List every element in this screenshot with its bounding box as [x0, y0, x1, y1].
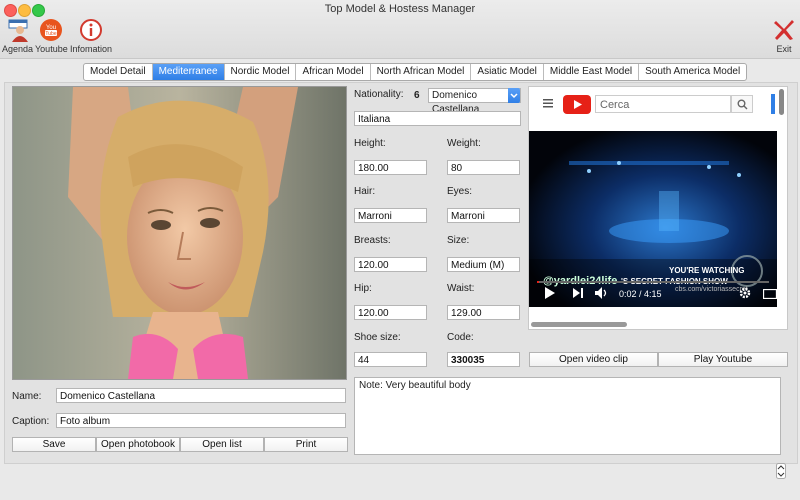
caption-field[interactable]: Foto album: [56, 413, 346, 428]
youtube-tool[interactable]: You Tube Youtube: [35, 18, 68, 54]
information-tool[interactable]: Infomation: [70, 18, 112, 54]
eyes-field[interactable]: Marroni: [447, 208, 520, 223]
play-icon[interactable]: [545, 287, 555, 302]
model-photo[interactable]: [12, 86, 347, 380]
svg-text:Tube: Tube: [46, 31, 57, 37]
hair-field[interactable]: Marroni: [354, 208, 427, 223]
note-textarea[interactable]: Note: Very beautiful body: [354, 377, 781, 455]
hip-label: Hip:: [354, 283, 372, 294]
stepper-icon[interactable]: [776, 463, 786, 482]
agenda-tool[interactable]: Agenda: [2, 18, 33, 54]
youtube-search-button[interactable]: [731, 95, 753, 113]
information-label: Infomation: [70, 44, 113, 54]
hip-field[interactable]: 120.00: [354, 305, 427, 320]
title-bar: Top Model & Hostess Manager Agenda You T…: [0, 0, 800, 59]
waist-field[interactable]: 129.00: [447, 305, 520, 320]
video-progress-track[interactable]: [537, 281, 769, 283]
tab-nordic-model[interactable]: Nordic Model: [225, 64, 297, 80]
youtube-vertical-scrollbar[interactable]: [779, 89, 784, 115]
hair-label: Hair:: [354, 186, 376, 197]
name-field[interactable]: Domenico Castellana: [56, 388, 346, 403]
chevron-down-icon: [508, 88, 520, 103]
print-button[interactable]: Print: [264, 437, 348, 452]
eyes-label: Eyes:: [447, 186, 473, 197]
video-time: 0:02 / 4:15: [619, 289, 662, 299]
open-video-clip-button[interactable]: Open video clip: [529, 352, 658, 367]
volume-icon[interactable]: [595, 287, 609, 302]
tab-south-america-model[interactable]: South America Model: [639, 64, 746, 80]
tab-african-model[interactable]: African Model: [296, 64, 371, 80]
height-field[interactable]: 180.00: [354, 160, 427, 175]
settings-gear-icon[interactable]: [739, 287, 751, 302]
youtube-site: cbs.com/victoriassecret: [675, 286, 748, 293]
save-button[interactable]: Save: [12, 437, 96, 452]
name-label: Name:: [12, 391, 42, 402]
size-field[interactable]: Medium (M): [447, 257, 520, 272]
caption-label: Caption:: [12, 416, 50, 427]
open-list-button[interactable]: Open list: [180, 437, 264, 452]
youtube-panel: Cerca YOU'RE WATCHING @yardlei24life: [528, 86, 788, 330]
category-tabs: Model Detail Mediterranee Nordic Model A…: [83, 63, 748, 81]
youtube-search-input[interactable]: Cerca: [595, 95, 731, 113]
shoe-size-label: Shoe size:: [354, 332, 401, 343]
code-field[interactable]: 330035: [447, 352, 520, 367]
youtube-now-watching: YOU'RE WATCHING: [669, 266, 745, 275]
youtube-icon: You Tube: [39, 18, 63, 42]
agenda-label: Agenda: [2, 44, 34, 54]
youtube-sidebar-indicator: [771, 94, 775, 114]
window-title: Top Model & Hostess Manager: [324, 3, 476, 15]
exit-label: Exit: [776, 44, 792, 54]
tab-middle-east-model[interactable]: Middle East Model: [544, 64, 640, 80]
youtube-horizontal-scrollbar[interactable]: [531, 322, 627, 327]
size-label: Size:: [447, 235, 470, 246]
tab-north-african-model[interactable]: North African Model: [371, 64, 472, 80]
youtube-logo-icon[interactable]: [563, 95, 591, 117]
code-label: Code:: [447, 332, 474, 343]
nationality-label: Nationality:: [354, 89, 404, 100]
model-select[interactable]: Domenico Castellana: [428, 88, 521, 115]
breasts-field[interactable]: 120.00: [354, 257, 427, 272]
search-icon: [737, 99, 748, 113]
waist-label: Waist:: [447, 283, 475, 294]
agenda-icon: [6, 18, 30, 42]
next-icon[interactable]: [573, 288, 583, 301]
shoe-size-field[interactable]: 44: [354, 352, 427, 367]
weight-field[interactable]: 80: [447, 160, 520, 175]
open-photobook-button[interactable]: Open photobook: [96, 437, 180, 452]
weight-label: Weight:: [447, 138, 481, 149]
exit-icon: [772, 18, 796, 42]
play-youtube-button[interactable]: Play Youtube: [658, 352, 788, 367]
tab-mediterranee[interactable]: Mediterranee: [152, 64, 225, 80]
hamburger-menu-icon[interactable]: [543, 99, 553, 111]
video-progress-fill: [537, 281, 540, 283]
tab-asiatic-model[interactable]: Asiatic Model: [471, 64, 544, 80]
youtube-label: Youtube: [35, 44, 68, 54]
nationality-field[interactable]: Italiana: [354, 111, 521, 126]
exit-tool[interactable]: Exit: [772, 18, 796, 54]
breasts-label: Breasts:: [354, 235, 391, 246]
video-player[interactable]: YOU'RE WATCHING @yardlei24life 'S SECRET…: [529, 131, 777, 307]
info-icon: [79, 18, 103, 42]
height-label: Height:: [354, 138, 386, 149]
model-count: 6: [414, 90, 420, 101]
tab-model-detail[interactable]: Model Detail: [84, 64, 153, 80]
theater-mode-icon[interactable]: [762, 288, 777, 302]
